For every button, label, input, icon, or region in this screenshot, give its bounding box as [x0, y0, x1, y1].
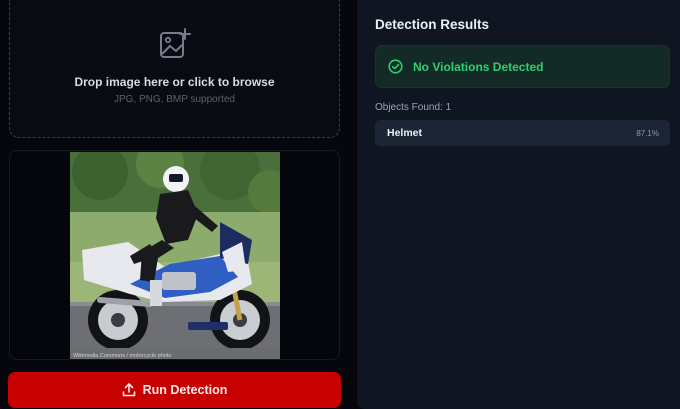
object-confidence: 87.1% [636, 128, 659, 138]
image-add-icon [159, 28, 191, 58]
upload-icon [122, 383, 135, 397]
detected-object-row[interactable]: Helmet 87.1% [375, 120, 670, 146]
image-dropzone[interactable]: Drop image here or click to browse JPG, … [9, 0, 340, 138]
results-title: Detection Results [375, 17, 490, 32]
app-root: Drop image here or click to browse JPG, … [0, 0, 680, 409]
image-preview: Wikimedia Commons / motorcycle photo [9, 150, 340, 360]
status-text: No Violations Detected [413, 59, 544, 74]
preview-image: Wikimedia Commons / motorcycle photo [70, 152, 280, 359]
photo-watermark: Wikimedia Commons / motorcycle photo [73, 353, 171, 359]
run-detection-label: Run Detection [142, 383, 228, 397]
object-name: Helmet [387, 127, 423, 139]
check-circle-icon [388, 59, 403, 74]
run-detection-button[interactable]: Run Detection [8, 372, 341, 408]
dropzone-title: Drop image here or click to browse [74, 75, 275, 89]
motorcycle-photo: Wikimedia Commons / motorcycle photo [70, 152, 280, 359]
status-banner: No Violations Detected [375, 45, 670, 88]
objects-count-label: Objects Found: 1 [375, 102, 452, 113]
dropzone-subtitle: JPG, PNG, BMP supported [114, 94, 235, 105]
results-panel: Detection Results No Violations Detected… [357, 0, 680, 409]
